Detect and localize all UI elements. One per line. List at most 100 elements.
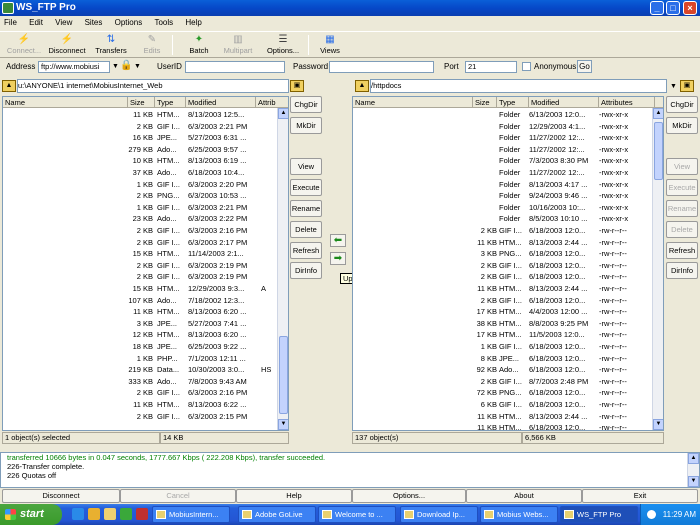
file-row[interactable]: telephone.jpg3 KBJPE...5/27/2003 7:41 ..… [3,318,288,330]
file-row[interactable]: bus_tele.jpg8 KBJPE...6/18/2003 12:0...-… [353,353,663,365]
file-row[interactable]: charter_speed.gif6 KBGIF I...6/18/2003 1… [353,399,663,411]
start-button[interactable]: start [0,504,62,525]
remote-col-modified[interactable]: Modified [529,97,599,108]
execute-button[interactable]: Execute [290,179,322,196]
file-row[interactable]: about.gif2 KBGIF I...6/18/2003 12:0...-r… [353,225,663,237]
scroll-down-arrow[interactable]: ▼ [688,476,699,487]
batch-button[interactable]: ✦ Batch [184,33,214,57]
taskbar-task[interactable]: Download Ip... [400,506,478,523]
local-up-folder-icon[interactable]: ▲ [2,80,16,92]
file-row[interactable]: GeneratedItemsFolder11/27/2002 12:...-rw… [353,144,663,156]
menu-tools[interactable]: Tools [154,18,173,27]
scroll-up-arrow[interactable]: ▲ [278,108,288,119]
remote-path-field[interactable]: /httpdocs [370,79,667,93]
file-row[interactable]: msblastFolder8/13/2003 4:17 ...-rwx-xr-x [353,179,663,191]
scroll-down-arrow[interactable]: ▼ [278,419,288,430]
file-row[interactable]: about.png3 KBPNG...6/18/2003 12:0...-rw-… [353,248,663,260]
file-row[interactable]: terms.html12 KBHTM...8/13/2003 6:20 ... [3,329,288,341]
quicklaunch-desktop-icon[interactable] [104,508,116,520]
tray-icon[interactable] [647,510,656,519]
local-browse-folder-icon[interactable]: ▣ [290,80,304,92]
file-row[interactable]: bg.gif1 KBGIF I...6/18/2003 12:0...-rw-r… [353,341,663,353]
disconnect-button[interactable]: ⚡ Disconnect [46,33,88,57]
remote-scrollbar[interactable]: ▲ ▼ [652,108,663,430]
file-row[interactable]: _notesFolder6/13/2003 12:0...-rwx-xr-x [353,109,663,121]
file-row[interactable]: privacy_policy.pdf37 KBAdo...6/18/2003 1… [3,167,288,179]
taskbar-task[interactable]: Adobe GoLive [238,506,316,523]
scroll-up-arrow[interactable]: ▲ [688,453,699,464]
file-row[interactable]: agreements.html11 KBHTM...8/13/2003 2:44… [353,283,663,295]
bottom-exit-button[interactable]: Exit [582,489,698,503]
remote-file-list[interactable]: Name Size Type Modified Attributes _note… [352,96,664,431]
userid-input[interactable] [185,61,285,73]
close-button[interactable]: × [683,1,697,15]
taskbar-task[interactable]: Welcome to ... [318,506,396,523]
dirinfo-button[interactable]: DirInfo [666,262,698,279]
file-row[interactable]: sign-up.html15 KBHTM...11/14/2003 2:1... [3,248,288,260]
mkdir-button[interactable]: MkDir [290,117,322,134]
transfers-button[interactable]: ⇅ Transfers [92,33,130,57]
address-dropdown[interactable]: ▼ [112,61,119,73]
options-button[interactable]: ☰ Options... [264,33,302,57]
bottom-disconnect-button[interactable]: Disconnect [2,489,120,503]
local-scrollbar[interactable]: ▲ ▼ [277,108,288,430]
multipart-button[interactable]: ▥ Multipart [220,33,256,57]
taskbar-task[interactable]: WS_FTP Pro [560,506,638,523]
security-dropdown[interactable]: ▼ [134,61,141,73]
delete-button[interactable]: Delete [290,221,322,238]
remote-browse-folder-icon[interactable]: ▣ [680,80,694,92]
file-row[interactable]: products_over.gif1 KBGIF I...6/3/2003 2:… [3,202,288,214]
file-row[interactable]: April_newsletter.htm17 KBHTM...4/4/2003 … [353,306,663,318]
rename-button[interactable]: Rename [666,200,698,217]
rename-button[interactable]: Rename [290,200,322,217]
menu-view[interactable]: View [55,18,72,27]
file-row[interactable]: april newsletterFolder11/27/2002 12:...-… [353,132,663,144]
lock-icon[interactable]: 🔒 [120,60,132,72]
menu-sites[interactable]: Sites [85,18,103,27]
upload-arrow-button[interactable]: ➡ [330,252,346,265]
bottom-help-button[interactable]: Help [236,489,352,503]
file-row[interactable]: priv_policy.html10 KBHTM...8/13/2003 6:1… [3,155,288,167]
file-row[interactable]: webhost_over.gif2 KBGIF I...6/3/2003 2:1… [3,411,288,423]
remote-path-dropdown[interactable]: ▼ [670,81,677,93]
bottom-about-button[interactable]: About [466,489,582,503]
views-button[interactable]: ▦ Views [316,33,344,57]
file-row[interactable]: partners_over.gif2 KBGIF I...6/3/2003 2:… [3,121,288,133]
taskbar-task[interactable]: Mobius Webs... [480,506,558,523]
bottom-options-button[interactable]: Options... [352,489,466,503]
file-row[interactable]: Mobius.dataFolder11/27/2002 12:...-rwx-x… [353,167,663,179]
file-row[interactable]: patch_panel.jpg16 KBJPE...5/27/2003 6:31… [3,132,288,144]
local-col-modified[interactable]: Modified [186,97,256,108]
quicklaunch-outlook-icon[interactable] [88,508,100,520]
file-row[interactable]: test.jpg18 KBJPE...6/25/2003 9:22 ... [3,341,288,353]
delete-button[interactable]: Delete [666,221,698,238]
file-row[interactable]: rollover_maker.psd23 KBAdo...6/3/2003 2:… [3,213,288,225]
local-col-attrib[interactable]: Attrib [256,97,288,108]
remote-up-folder-icon[interactable]: ▲ [355,80,369,92]
file-row[interactable]: agreements_orig.gif2 KBGIF I...6/18/2003… [353,295,663,307]
file-row[interactable]: test.php1 KBPHP...7/1/2003 12:11 ... [3,353,288,365]
file-row[interactable]: products.png2 KBPNG...6/3/2003 10:53 ... [3,190,288,202]
menu-help[interactable]: Help [185,18,201,27]
file-row[interactable]: Thumbs.db219 KBData...10/30/2003 3:0...H… [3,364,288,376]
refresh-button[interactable]: Refresh [666,242,698,259]
password-input[interactable] [329,61,434,73]
local-path-field[interactable]: u:\ANYONE\1 internet\MobiusInternet_Web [17,79,289,93]
chgdir-button[interactable]: ChgDir [666,96,698,113]
go-button[interactable]: Go [577,60,592,73]
file-row[interactable]: agreements.gif2 KBGIF I...6/18/2003 12:0… [353,271,663,283]
edits-button[interactable]: ✎ Edits [138,33,166,57]
file-row[interactable]: camera.gif2 KBGIF I...8/7/2003 2:48 PM-r… [353,376,663,388]
menu-edit[interactable]: Edit [29,18,43,27]
menu-options[interactable]: Options [115,18,143,27]
dirinfo-button[interactable]: DirInfo [290,262,322,279]
file-row[interactable]: about.html11 KBHTM...8/13/2003 2:44 ...-… [353,237,663,249]
file-row[interactable]: tech_over.gif2 KBGIF I...6/3/2003 2:19 P… [3,271,288,283]
local-col-name[interactable]: Name [3,97,128,108]
remote-col-size[interactable]: Size [473,97,497,108]
file-row[interactable]: secretFolder10/16/2003 10:...-rwx-xr-x [353,202,663,214]
bottom-cancel-button[interactable]: Cancel [120,489,236,503]
file-row[interactable]: contact_old.html11 KBHTM...6/18/2003 12:… [353,422,663,430]
taskbar-task[interactable]: MobiusIntern... [152,506,230,523]
view-button[interactable]: View [666,158,698,175]
